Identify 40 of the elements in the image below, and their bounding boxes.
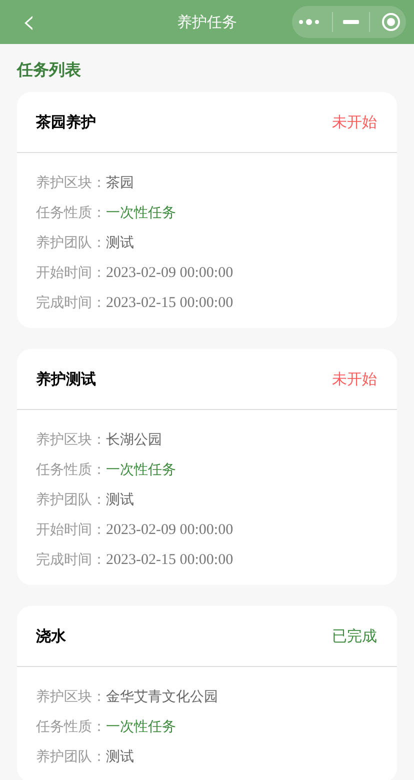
page-title: 养护任务 (177, 12, 237, 32)
more-icon[interactable] (297, 17, 322, 27)
field-value: 2023-02-09 00:00:00 (106, 264, 234, 282)
task-status: 未开始 (332, 112, 377, 132)
field-value: 茶园 (106, 174, 134, 192)
task-status: 未开始 (332, 370, 377, 388)
field-label: 完成时间： (36, 551, 106, 569)
field-value: 2023-02-15 00:00:00 (106, 294, 234, 312)
field-label: 养护团队： (36, 748, 106, 766)
field-label: 养护区块： (36, 431, 106, 449)
field-label: 养护区块： (36, 174, 106, 192)
task-status: 已完成 (332, 626, 377, 646)
field-value: 长湖公园 (106, 431, 162, 449)
field-value: 2023-02-15 00:00:00 (106, 552, 234, 568)
field-value: 测试 (106, 234, 134, 252)
field-value: 一次性任务 (106, 204, 176, 222)
field-value: 一次性任务 (106, 718, 176, 736)
minimize-icon[interactable] (342, 20, 359, 24)
task-name: 养护测试 (36, 370, 96, 388)
field-value: 一次性任务 (106, 461, 176, 479)
task-card[interactable]: 浇水 已完成 养护区块：金华艾青文化公园 任务性质：一次性任务 养护团队：测试 (17, 606, 397, 780)
field-label: 养护团队： (36, 491, 106, 509)
field-value: 2023-02-09 00:00:00 (106, 522, 234, 538)
field-label: 完成时间： (36, 294, 106, 312)
field-label: 开始时间： (36, 521, 106, 539)
field-label: 任务性质： (36, 718, 106, 736)
task-card[interactable]: 养护测试 未开始 养护区块：长湖公园 任务性质：一次性任务 养护团队：测试 开始时间：2023-02-09 00:00:00 完成时间：2023-02-15 00:00:00 (17, 349, 397, 585)
field-label: 任务性质： (36, 461, 106, 479)
task-name: 茶园养护 (36, 112, 96, 132)
field-value: 测试 (106, 491, 134, 509)
field-label: 任务性质： (36, 204, 106, 222)
target-icon[interactable] (380, 12, 401, 32)
section-title: 任务列表 (17, 59, 82, 81)
field-label: 养护区块： (36, 688, 106, 706)
field-label: 开始时间： (36, 264, 106, 282)
field-label: 养护团队： (36, 234, 106, 252)
task-name: 浇水 (36, 626, 66, 646)
field-value: 测试 (106, 748, 134, 766)
field-value: 金华艾青文化公园 (106, 688, 218, 706)
task-card[interactable]: 茶园养护 未开始 养护区块：茶园 任务性质：一次性任务 养护团队：测试 开始时间：2023-02-09 00:00:00 完成时间：2023-02-15 00:00:00 (17, 92, 397, 328)
